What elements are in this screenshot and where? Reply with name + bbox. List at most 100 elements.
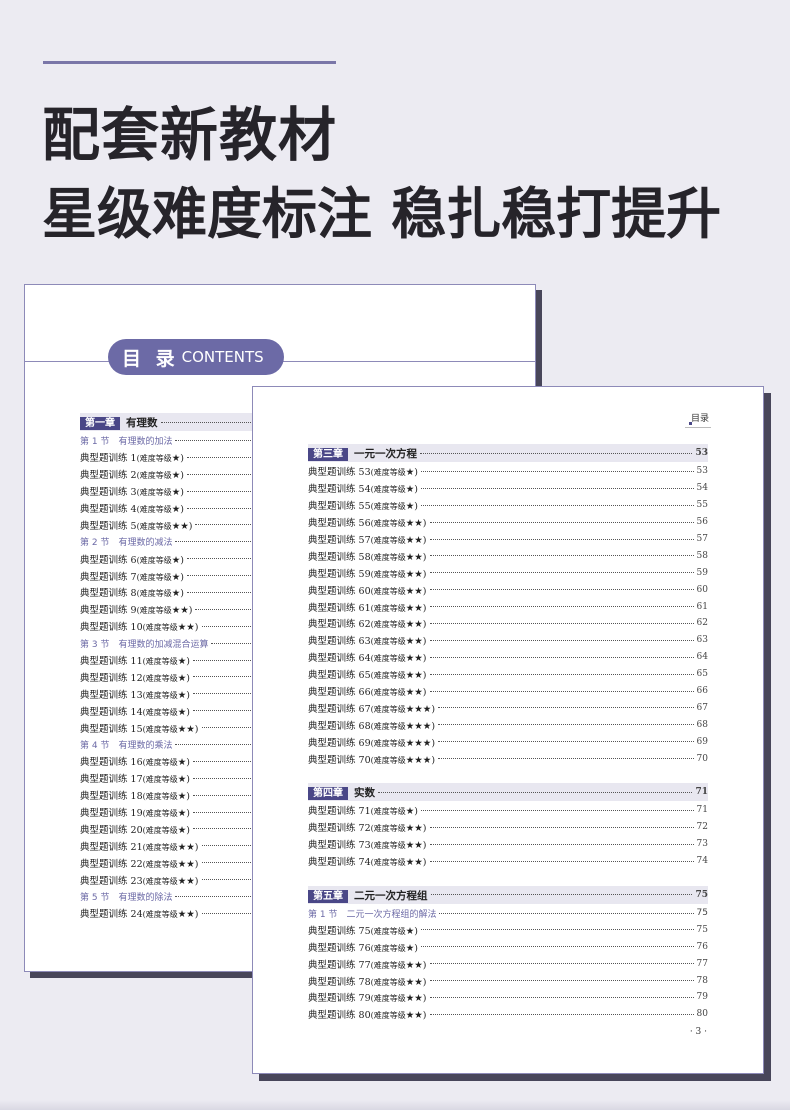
dot-leader: [438, 741, 694, 743]
dot-leader: [429, 826, 694, 828]
entry-prefix: 典型题训练: [80, 672, 131, 684]
difficulty-label: (难度等级: [142, 809, 178, 819]
entry-label: 典型题训练 18(难度等级★): [80, 788, 190, 802]
entry-prefix: 典型题训练: [308, 484, 359, 496]
difficulty-label: (难度等级: [370, 485, 406, 495]
entry-label: 典型题训练 11(难度等级★): [80, 653, 190, 667]
difficulty-stars: ★★: [405, 857, 423, 869]
dot-leader: [429, 555, 694, 557]
entry-label: 典型题训练 7(难度等级★): [80, 569, 184, 583]
entry-prefix: 典型题训练: [80, 909, 131, 921]
entry-prefix: 典型题训练: [308, 806, 359, 818]
entry-number: 18: [130, 791, 143, 803]
entry-label: 典型题训练 53(难度等级★): [308, 464, 418, 478]
difficulty-label: (难度等级: [370, 926, 406, 936]
entry-prefix: 典型题训练: [80, 520, 131, 532]
contents-header-badge: 目 录 CONTENTS: [108, 339, 284, 375]
difficulty-stars: ★★: [177, 841, 195, 853]
entry-label: 典型题训练 78(难度等级★★): [308, 974, 427, 988]
entry-label: 典型题训练 21(难度等级★★): [80, 839, 199, 853]
difficulty-label: (难度等级: [370, 654, 406, 664]
difficulty-close: ): [186, 706, 190, 718]
toc-entry: 典型题训练 79(难度等级★★) 79: [308, 989, 708, 1006]
difficulty-stars: ★★: [405, 551, 423, 563]
difficulty-close: ): [422, 535, 427, 546]
dot-leader: [429, 843, 694, 845]
page-ref: 73: [696, 839, 708, 850]
entry-label: 典型题训练 12(难度等级★): [80, 670, 190, 684]
difficulty-close: ): [431, 720, 436, 732]
page-ref: 55: [696, 500, 708, 511]
toc-entry: 典型题训练 56(难度等级★★) 56: [308, 514, 708, 531]
entry-prefix: 典型题训练: [308, 754, 359, 766]
entry-number: 75: [358, 925, 371, 937]
entry-prefix: 典型题训练: [308, 687, 359, 699]
dot-leader: [421, 470, 694, 472]
dot-leader: [420, 452, 693, 454]
headline-line-2: 星级难度标注 稳扎稳打提升: [42, 182, 722, 246]
page-ref: 80: [696, 1009, 708, 1020]
entry-prefix: 典型题训练: [308, 720, 359, 732]
difficulty-stars: ★★: [171, 520, 189, 532]
entry-number: 11: [130, 656, 143, 668]
difficulty-close: ): [180, 588, 184, 600]
difficulty-close: ): [422, 959, 427, 971]
page-ref: 54: [696, 483, 708, 494]
entry-prefix: 典型题训练: [80, 656, 131, 668]
difficulty-close: ): [186, 757, 190, 769]
difficulty-close: ): [186, 808, 190, 820]
entry-prefix: 典型题训练: [80, 605, 131, 617]
section-title: 第 5 节 有理数的除法: [80, 892, 173, 903]
entry-number: 76: [358, 942, 371, 954]
entry-number: 72: [358, 823, 371, 835]
difficulty-close: ): [186, 689, 190, 701]
difficulty-label: (难度等级: [142, 825, 178, 835]
entry-label: 典型题训练 72(难度等级★★): [308, 820, 427, 834]
difficulty-stars: ★: [171, 588, 181, 600]
difficulty-stars: ★★: [405, 653, 423, 665]
difficulty-close: ): [188, 520, 193, 532]
difficulty-stars: ★★: [405, 1010, 423, 1022]
dot-leader: [438, 758, 694, 760]
difficulty-stars: ★: [171, 504, 181, 515]
entry-prefix: 典型题训练: [80, 808, 131, 820]
toc-entry: 典型题训练 61(难度等级★★) 61: [308, 598, 708, 615]
page-ref: 61: [696, 601, 708, 612]
contents-title-cn: 目 录: [122, 347, 179, 370]
difficulty-close: ): [414, 806, 418, 818]
chapter-row: 第四章 实数 71: [308, 783, 708, 802]
page-ref: 67: [696, 702, 708, 713]
toc-entry: 典型题训练 75(难度等级★) 75: [308, 921, 708, 938]
entry-prefix: 典型题训练: [308, 857, 359, 869]
entry-label: 典型题训练 6(难度等级★): [80, 552, 184, 566]
entry-number: 71: [358, 806, 371, 818]
difficulty-stars: ★★: [177, 858, 195, 870]
entry-label: 典型题训练 65(难度等级★★): [308, 667, 427, 681]
entry-label: 典型题训练 63(难度等级★★): [308, 633, 427, 647]
difficulty-stars: ★★: [405, 840, 423, 852]
difficulty-stars: ★: [177, 757, 187, 769]
difficulty-label: (难度等级: [136, 471, 172, 481]
difficulty-close: ): [431, 737, 436, 749]
entry-label: 典型题训练 76(难度等级★): [308, 940, 418, 954]
entry-number: 21: [130, 841, 143, 853]
difficulty-close: ): [422, 993, 427, 1005]
entry-label: 典型题训练 79(难度等级★★): [308, 990, 427, 1004]
entry-label: 第一章 有理数: [80, 414, 158, 430]
dot-leader: [421, 809, 694, 811]
difficulty-close: ): [180, 504, 184, 515]
entry-number: 12: [130, 672, 143, 684]
entry-prefix: 典型题训练: [308, 619, 359, 631]
difficulty-label: (难度等级: [370, 688, 406, 698]
difficulty-label: (难度等级: [370, 468, 406, 478]
entry-label: 典型题训练 24(难度等级★★): [80, 906, 199, 920]
page-number: · 3 ·: [689, 1027, 707, 1037]
difficulty-close: ): [194, 858, 199, 870]
entry-prefix: 典型题训练: [80, 504, 131, 515]
entry-prefix: 典型题训练: [80, 841, 131, 853]
difficulty-label: (难度等级: [370, 552, 406, 562]
entry-prefix: 典型题训练: [308, 840, 359, 852]
dot-leader: [429, 963, 694, 965]
page-ref: 71: [696, 805, 708, 816]
toc-entry: 典型题训练 70(难度等级★★★) 70: [308, 750, 708, 767]
